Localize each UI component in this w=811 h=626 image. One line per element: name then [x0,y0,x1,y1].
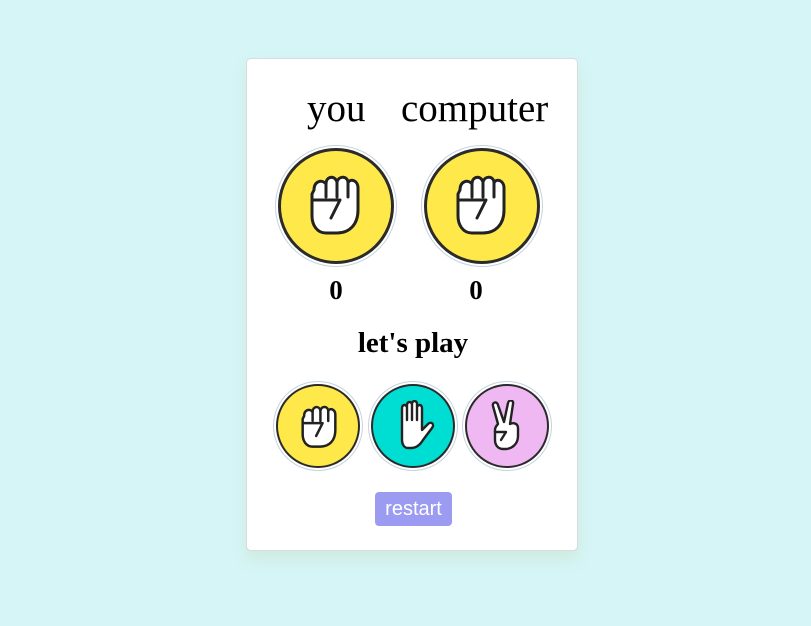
scissors-button[interactable] [462,381,552,471]
restart-button[interactable]: restart [375,492,452,526]
paper-button[interactable] [368,381,458,471]
player-label-you: you [307,87,366,130]
fist-icon [301,405,337,448]
player-score: 0 [329,275,343,305]
player-label-computer: computer [401,87,549,130]
rock-button[interactable] [273,381,363,471]
game-card: you computer 0 0 let's play restart [246,58,578,551]
game-status: let's play [357,327,469,359]
fist-icon [310,175,360,235]
computer-hand-display [421,145,543,267]
fist-icon [456,175,506,235]
open-palm-icon [400,400,435,450]
player-hand-display [275,145,397,267]
computer-score: 0 [469,275,483,305]
peace-sign-icon [491,400,520,451]
